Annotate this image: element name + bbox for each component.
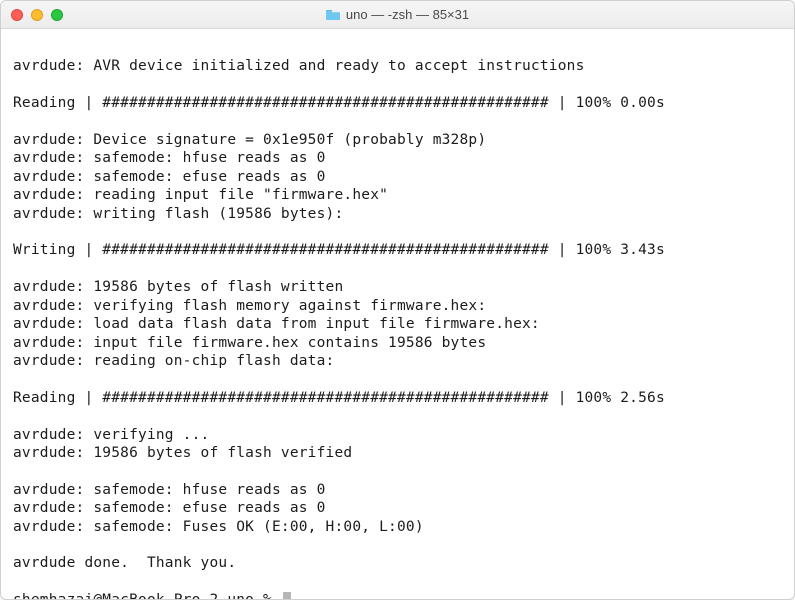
terminal-window: uno — -zsh — 85×31 avrdude: AVR device i…: [0, 0, 795, 600]
titlebar[interactable]: uno — -zsh — 85×31: [1, 1, 794, 29]
close-icon[interactable]: [11, 9, 23, 21]
minimize-icon[interactable]: [31, 9, 43, 21]
shell-prompt: shemhazai@MacBook-Pro-2 uno %: [13, 591, 281, 599]
maximize-icon[interactable]: [51, 9, 63, 21]
terminal-output[interactable]: avrdude: AVR device initialized and read…: [1, 29, 794, 599]
folder-icon: [326, 9, 340, 20]
terminal-lines: avrdude: AVR device initialized and read…: [13, 58, 665, 571]
window-title: uno — -zsh — 85×31: [346, 7, 469, 22]
window-controls: [1, 9, 63, 21]
prompt-line: shemhazai@MacBook-Pro-2 uno %: [13, 591, 782, 599]
window-title-wrap: uno — -zsh — 85×31: [1, 7, 794, 22]
cursor-icon: [283, 592, 291, 599]
